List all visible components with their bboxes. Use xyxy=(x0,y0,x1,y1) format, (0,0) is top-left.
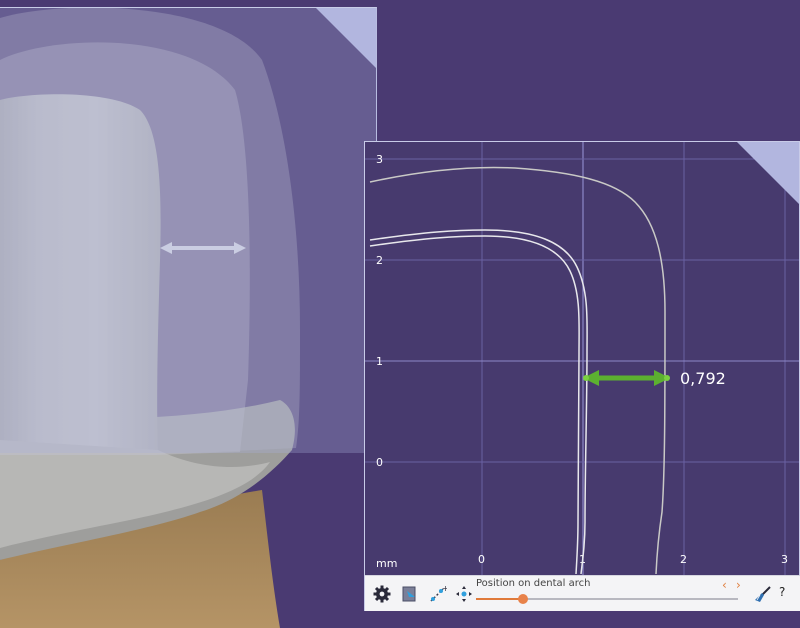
arch-position-label: Position on dental arch xyxy=(476,578,591,589)
gear-icon[interactable] xyxy=(370,582,394,606)
stump-contour-a xyxy=(369,229,588,575)
crown-outer-contour xyxy=(369,166,666,575)
y-tick-label: 1 xyxy=(376,355,383,368)
slider-fill xyxy=(476,598,524,600)
section-toolbar: + Position on dental arch ‹ › ? xyxy=(365,575,800,611)
unit-label: mm xyxy=(376,557,397,570)
y-tick-label: 0 xyxy=(376,456,383,469)
clipping-plane xyxy=(0,7,377,453)
x-tick-label: 3 xyxy=(781,553,788,566)
y-tick-label: 3 xyxy=(376,153,383,166)
move-points-icon[interactable] xyxy=(452,582,476,606)
plane-corner-fold[interactable] xyxy=(316,8,376,68)
cross-section-panel[interactable]: 0 1 2 3 3 2 1 0 mm 0,792 xyxy=(364,141,800,611)
x-tick-label: 2 xyxy=(680,553,687,566)
slider-thumb[interactable] xyxy=(518,594,529,604)
previous-button[interactable]: ‹ xyxy=(722,578,727,592)
thickness-start-point[interactable] xyxy=(583,375,589,381)
broom-icon[interactable] xyxy=(751,582,775,606)
grid-lines xyxy=(365,142,799,577)
thickness-end-point[interactable] xyxy=(664,375,670,381)
thickness-value: 0,792 xyxy=(680,369,726,388)
section-corner-fold[interactable] xyxy=(737,142,799,204)
svg-text:+: + xyxy=(442,585,447,593)
cross-section-plot: 0 1 2 33210mm 0,792 xyxy=(365,142,799,577)
help-button[interactable]: ? xyxy=(779,585,785,599)
x-tick-label: 0 xyxy=(478,553,485,566)
y-tick-label: 2 xyxy=(376,254,383,267)
stump-contour-b xyxy=(369,235,580,575)
arch-position-slider[interactable] xyxy=(476,591,738,607)
next-button[interactable]: › xyxy=(736,578,741,592)
add-points-icon[interactable]: + xyxy=(426,582,450,606)
view-icon[interactable] xyxy=(398,582,422,606)
